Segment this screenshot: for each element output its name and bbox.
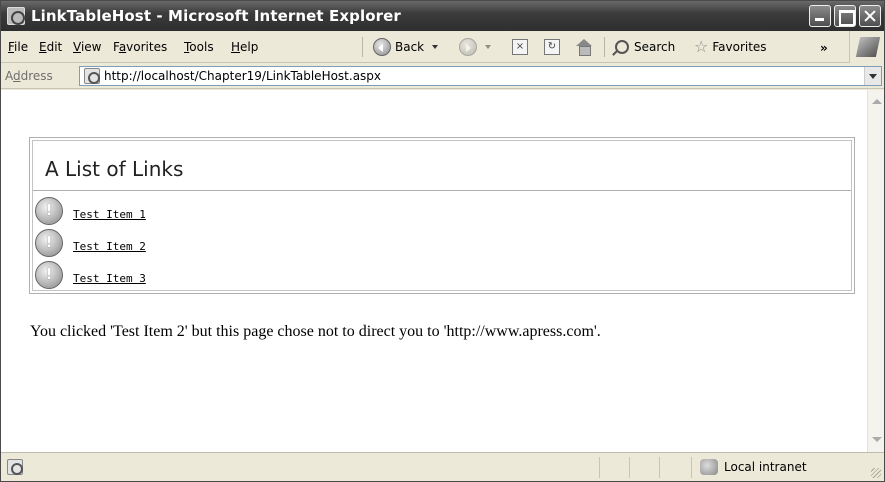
- refresh-icon: ↻: [544, 39, 560, 55]
- address-dropdown-button[interactable]: [864, 67, 881, 85]
- search-button[interactable]: Search: [615, 37, 675, 57]
- status-pane: [629, 457, 630, 478]
- result-message: You clicked 'Test Item 2' but this page …: [30, 323, 601, 340]
- scroll-up-button[interactable]: [869, 95, 884, 110]
- page-done-icon: [7, 459, 23, 475]
- status-pane: [659, 457, 660, 478]
- link-table: A List of Links Test Item 1 Test Item 2 …: [29, 137, 855, 294]
- browser-window: LinkTableHost - Microsoft Internet Explo…: [0, 0, 885, 482]
- refresh-button[interactable]: ↻: [544, 37, 560, 57]
- home-button[interactable]: [575, 37, 593, 57]
- favorites-button[interactable]: ☆ Favorites: [694, 37, 767, 57]
- maximize-button[interactable]: [834, 5, 856, 27]
- ie-page-icon: [7, 7, 25, 25]
- resize-grip[interactable]: [871, 468, 881, 478]
- toolbar-separator: [362, 37, 363, 57]
- home-icon: [575, 39, 593, 56]
- scroll-down-button[interactable]: [869, 432, 884, 447]
- menu-view[interactable]: View: [73, 40, 101, 54]
- page-icon: [84, 68, 100, 84]
- star-icon: ☆: [694, 37, 709, 56]
- menu-edit[interactable]: Edit: [39, 40, 62, 54]
- minimize-button[interactable]: [809, 5, 831, 27]
- address-label: Address: [5, 69, 53, 83]
- menu-toolbar-row: File Edit View Favorites Tools Help Back…: [1, 31, 884, 63]
- address-input[interactable]: http://localhost/Chapter19/LinkTableHost…: [79, 66, 882, 86]
- chevron-down-icon: [485, 45, 491, 49]
- menu-help[interactable]: Help: [231, 40, 258, 54]
- stop-button[interactable]: ×: [512, 37, 528, 57]
- forward-arrow-icon: [459, 38, 477, 56]
- status-pane: [599, 457, 600, 478]
- forward-button[interactable]: [459, 37, 491, 57]
- security-zone-label: Local intranet: [724, 460, 807, 474]
- warning-circle-icon: [35, 261, 63, 289]
- menu-file[interactable]: File: [8, 40, 28, 54]
- menu-favorites[interactable]: Favorites: [113, 40, 167, 54]
- intranet-icon: [700, 459, 718, 475]
- link-test-item-2[interactable]: Test Item 2: [73, 240, 146, 253]
- windows-logo: [849, 31, 884, 63]
- close-button[interactable]: [859, 5, 881, 27]
- address-url[interactable]: http://localhost/Chapter19/LinkTableHost…: [104, 69, 381, 83]
- address-bar: Address http://localhost/Chapter19/LinkT…: [1, 63, 884, 89]
- status-bar: Local intranet: [1, 452, 884, 481]
- stop-icon: ×: [512, 39, 528, 55]
- back-button[interactable]: Back: [373, 37, 439, 57]
- menu-tools[interactable]: Tools: [184, 40, 214, 54]
- warning-circle-icon: [35, 229, 63, 257]
- warning-circle-icon: [35, 197, 63, 225]
- link-table-title: A List of Links: [45, 157, 184, 181]
- favorites-label: Favorites: [712, 40, 767, 54]
- toolbar-overflow-button[interactable]: »: [820, 41, 828, 55]
- link-table-header: A List of Links: [33, 141, 851, 191]
- back-arrow-icon: [373, 38, 391, 56]
- back-label: Back: [395, 40, 425, 54]
- window-title: LinkTableHost - Microsoft Internet Explo…: [31, 7, 401, 25]
- status-pane: [691, 457, 692, 478]
- vertical-scrollbar[interactable]: [867, 90, 884, 452]
- toolbar-separator: [604, 37, 605, 57]
- search-icon: [615, 40, 629, 54]
- search-label: Search: [634, 40, 676, 54]
- chevron-down-icon: [432, 45, 439, 49]
- link-test-item-1[interactable]: Test Item 1: [73, 208, 146, 221]
- page-content: A List of Links Test Item 1 Test Item 2 …: [1, 90, 867, 452]
- link-test-item-3[interactable]: Test Item 3: [73, 272, 146, 285]
- title-bar[interactable]: LinkTableHost - Microsoft Internet Explo…: [1, 1, 884, 31]
